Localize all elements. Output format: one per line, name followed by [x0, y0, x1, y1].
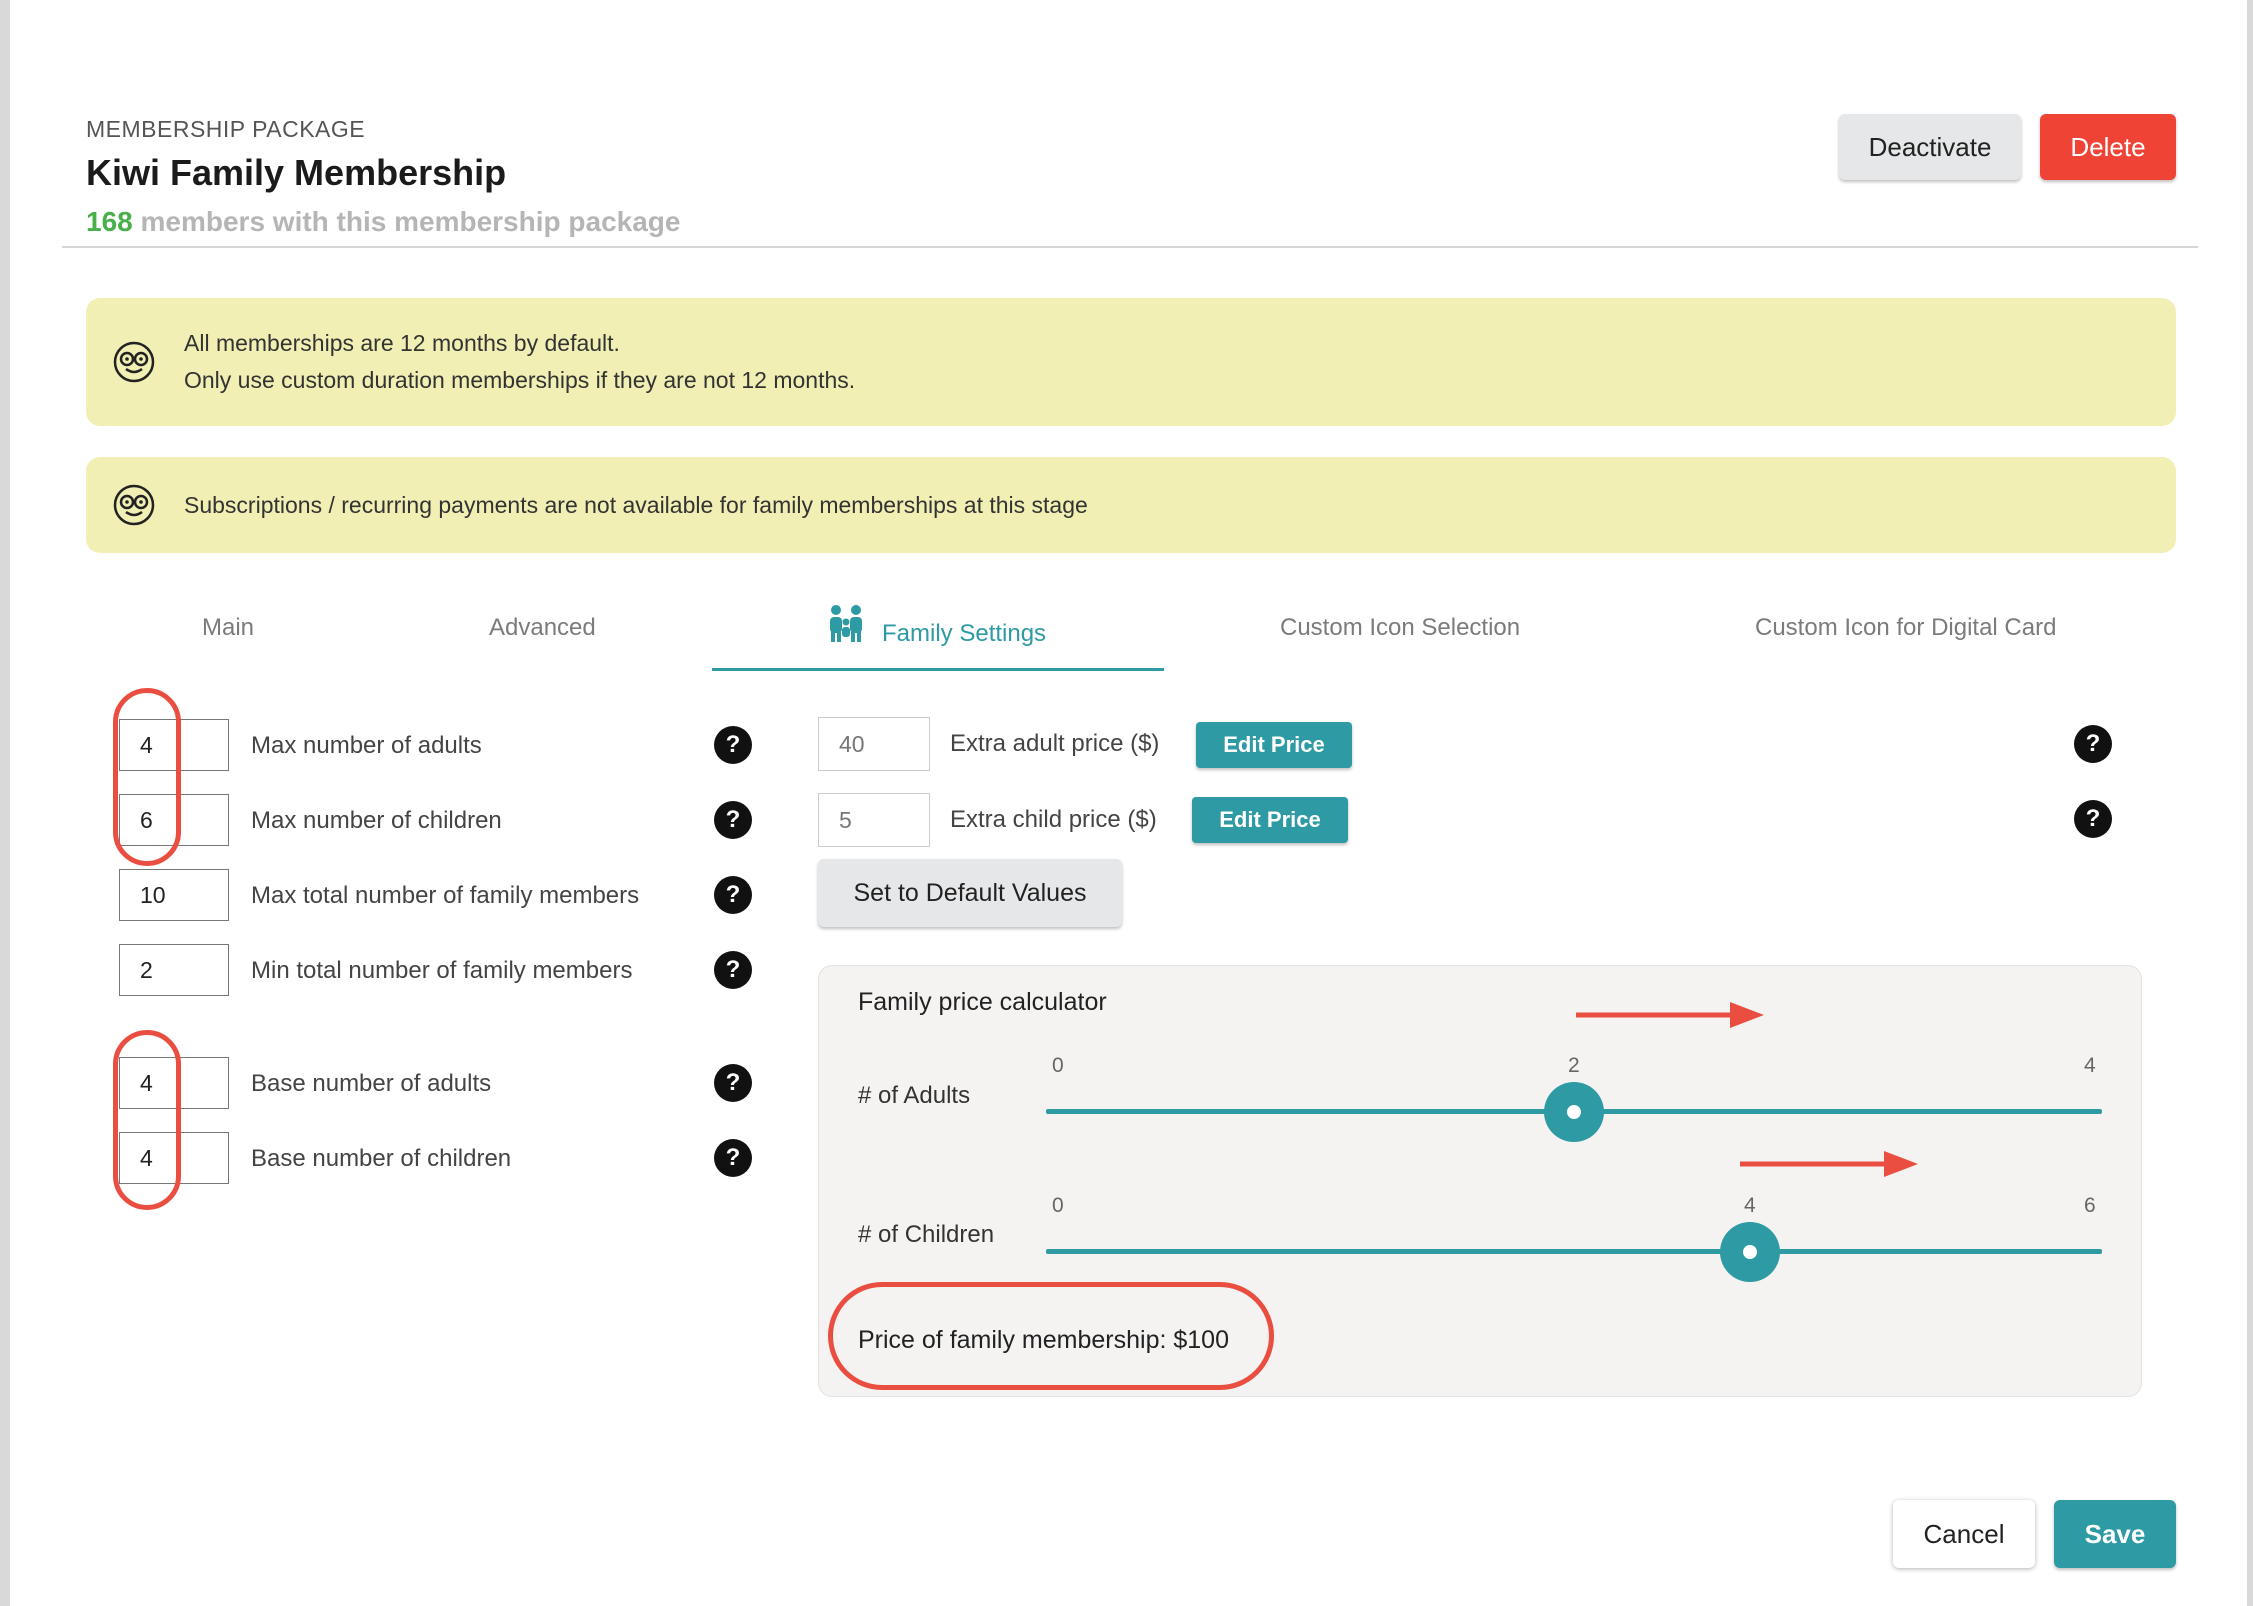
adults-slider-label: # of Adults [858, 1082, 971, 1109]
adults-max-tick: 4 [2084, 1054, 2096, 1077]
member-count-suffix: members with this membership package [140, 206, 681, 237]
notice-text: All memberships are 12 months by default… [184, 330, 620, 356]
page-backdrop-right [2247, 0, 2253, 1606]
extra-child-price-input[interactable] [818, 793, 930, 847]
notice-subscriptions: Subscriptions / recurring payments are n… [86, 457, 2176, 553]
help-icon[interactable]: ? [714, 1139, 752, 1177]
nerd-face-icon [113, 341, 155, 383]
member-count: 168 [86, 206, 133, 237]
tab-custom-icon-selection[interactable]: Custom Icon Selection [1280, 614, 1520, 642]
cancel-button[interactable]: Cancel [1893, 1500, 2035, 1568]
children-max-tick: 6 [2084, 1194, 2096, 1217]
adults-value-tick: 2 [1568, 1054, 1580, 1077]
base-adults-label: Base number of adults [251, 1070, 492, 1097]
notice-text: Subscriptions / recurring payments are n… [184, 492, 1088, 518]
active-tab-indicator [712, 668, 1164, 671]
extra-adult-price-input[interactable] [818, 717, 930, 771]
edit-child-price-button[interactable]: Edit Price [1192, 797, 1348, 843]
calculator-title: Family price calculator [858, 988, 1107, 1016]
header-divider [62, 246, 2198, 248]
page-backdrop-left [0, 0, 10, 1606]
set-default-values-button[interactable]: Set to Default Values [818, 859, 1122, 927]
package-title: Kiwi Family Membership [86, 152, 507, 193]
min-total-members-input[interactable] [119, 944, 229, 996]
edit-adult-price-button[interactable]: Edit Price [1196, 722, 1352, 768]
help-icon[interactable]: ? [714, 726, 752, 764]
family-icon [830, 605, 862, 642]
annotation-arrow-icon [1740, 1151, 1918, 1177]
tab-custom-icon-digital-card[interactable]: Custom Icon for Digital Card [1755, 614, 2056, 642]
package-label: MEMBERSHIP PACKAGE [86, 116, 366, 142]
tab-label: Family Settings [882, 620, 1047, 647]
tab-main[interactable]: Main [202, 614, 254, 642]
extra-adult-price-label: Extra adult price ($) [950, 730, 1160, 757]
nerd-face-icon [113, 484, 155, 526]
annotation-circle [113, 1030, 181, 1210]
delete-button[interactable]: Delete [2040, 114, 2176, 180]
base-children-label: Base number of children [251, 1145, 512, 1172]
annotation-arrow-icon [1576, 1002, 1764, 1028]
children-value-tick: 4 [1744, 1194, 1756, 1217]
min-total-members-label: Min total number of family members [251, 957, 633, 984]
member-count-line: 168 members with this membership package [86, 206, 680, 238]
tab-advanced[interactable]: Advanced [489, 614, 596, 642]
children-slider-track[interactable] [1046, 1249, 2102, 1254]
notice-duration: All memberships are 12 months by default… [86, 298, 2176, 426]
children-min-tick: 0 [1052, 1194, 1064, 1217]
max-total-members-label: Max total number of family members [251, 882, 640, 909]
save-button[interactable]: Save [2054, 1500, 2176, 1568]
annotation-circle [828, 1282, 1274, 1390]
help-icon[interactable]: ? [2074, 800, 2112, 838]
help-icon[interactable]: ? [714, 951, 752, 989]
annotation-circle [113, 688, 181, 866]
children-slider-thumb[interactable] [1720, 1222, 1780, 1282]
extra-child-price-label: Extra child price ($) [950, 806, 1157, 833]
deactivate-button[interactable]: Deactivate [1839, 114, 2021, 180]
notice-text: Only use custom duration memberships if … [184, 367, 856, 393]
help-icon[interactable]: ? [2074, 725, 2112, 763]
children-slider-label: # of Children [858, 1221, 995, 1248]
adults-slider-thumb[interactable] [1544, 1082, 1604, 1142]
help-icon[interactable]: ? [714, 876, 752, 914]
help-icon[interactable]: ? [714, 801, 752, 839]
max-adults-label: Max number of adults [251, 732, 482, 759]
adults-min-tick: 0 [1052, 1054, 1064, 1077]
max-total-members-input[interactable] [119, 869, 229, 921]
max-children-label: Max number of children [251, 807, 502, 834]
help-icon[interactable]: ? [714, 1064, 752, 1102]
